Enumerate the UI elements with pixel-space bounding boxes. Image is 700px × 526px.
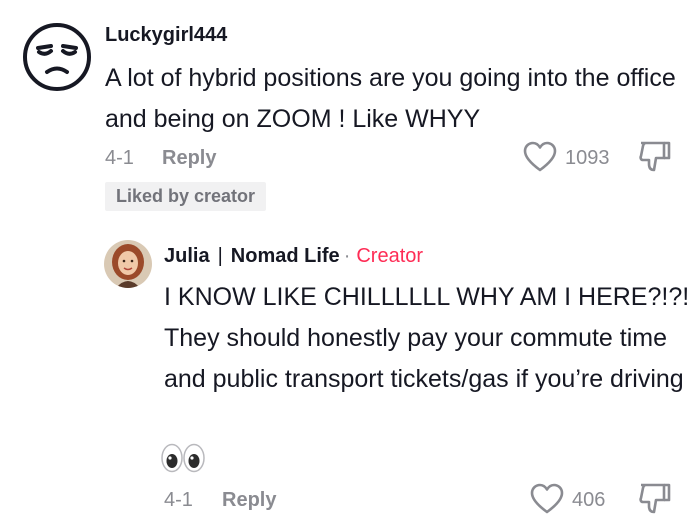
- heart-icon: [530, 483, 564, 514]
- reply-like-count: 406: [572, 489, 606, 511]
- reply-date: 4-1: [164, 489, 193, 511]
- comment-text: A lot of hybrid positions are you going …: [105, 64, 676, 133]
- thumbs-down-icon: [639, 483, 671, 514]
- reply-channel-name[interactable]: Nomad Life: [231, 245, 340, 267]
- reply-to-reply-button[interactable]: Reply: [222, 489, 276, 512]
- creator-avatar[interactable]: [104, 240, 152, 288]
- creator-badge: Creator: [356, 245, 424, 267]
- reply-text: I KNOW LIKE CHILLLLLL WHY AM I HERE?!?! …: [164, 283, 690, 393]
- heart-icon: [523, 141, 557, 172]
- dot-separator: ·: [343, 245, 351, 267]
- reply-like-button[interactable]: [530, 483, 564, 515]
- person-portrait-icon: [104, 240, 152, 288]
- liked-by-creator-badge: Liked by creator: [105, 182, 267, 211]
- reply-dislike-button[interactable]: [638, 482, 672, 516]
- reply-button[interactable]: Reply: [162, 147, 216, 170]
- thumbs-down-icon: [639, 141, 671, 172]
- reply-author[interactable]: Julia | Nomad Life · Creator: [164, 245, 423, 268]
- reply-display-name[interactable]: Julia: [164, 245, 210, 267]
- unamused-face-emoji-icon: [23, 23, 91, 91]
- comment-date: 4-1: [105, 147, 134, 169]
- like-count: 1093: [565, 147, 610, 169]
- eyes-emoji-icon: [160, 443, 206, 473]
- like-button[interactable]: [523, 141, 557, 173]
- comment-username[interactable]: Luckygirl444: [105, 24, 227, 47]
- name-separator: |: [217, 245, 223, 267]
- avatar[interactable]: [22, 22, 92, 92]
- dislike-button[interactable]: [638, 140, 672, 174]
